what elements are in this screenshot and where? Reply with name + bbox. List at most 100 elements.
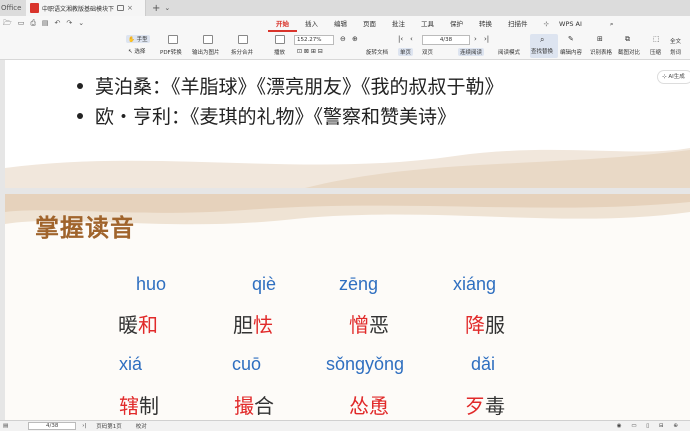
next-page-icon[interactable]: › — [474, 35, 477, 43]
zoom-out-icon[interactable]: ⊖ — [340, 35, 346, 43]
recognize-table-button[interactable]: 识别表格 — [590, 48, 612, 56]
new-tab-button[interactable]: + — [152, 3, 160, 14]
vocab-word: 暖和 — [118, 309, 158, 338]
word-char-highlight: 怂恿 — [349, 394, 389, 418]
menu-item-tools[interactable]: 工具 — [413, 16, 442, 32]
ribbon-toolbar: ✋ 手型 ↖ 选择 PDF转换 输出为图片 拆分合并 播放 152.27% ⊖ … — [0, 32, 690, 60]
search-icon[interactable]: ⌕ — [602, 16, 622, 32]
view-mode-icons[interactable]: ◉ ▭ ▯ ⊟ ⊕ — [617, 423, 682, 429]
menu-item-page[interactable]: 页面 — [355, 16, 384, 32]
close-tab-icon[interactable]: × — [127, 4, 133, 12]
zoom-in-icon[interactable]: ⊕ — [352, 35, 358, 43]
redo-icon[interactable]: ↷ — [66, 19, 72, 30]
word-char-highlight: 降 — [465, 313, 485, 337]
open-folder-icon[interactable]: 🗁 — [3, 19, 12, 30]
menu-item-comment[interactable]: 批注 — [384, 16, 413, 32]
edit-content-icon[interactable]: ✎ — [568, 35, 574, 43]
main-menu: 开始 插入 编辑 页面 批注 工具 保护 转换 扫描件 ⊹ WPS AI ⌕ — [268, 16, 622, 32]
vocab-word: 撮合 — [234, 390, 274, 419]
vocab-word: 怂恿 — [349, 390, 389, 419]
pdf-convert-icon[interactable] — [168, 35, 178, 44]
screenshot-compare-button[interactable]: 截图对比 — [618, 48, 640, 56]
first-page-icon[interactable]: |‹ — [398, 35, 403, 43]
document-viewport[interactable]: 莫泊桑：《羊脂球》《漂亮朋友》《我的叔叔于勒》 欧・亨利：《麦琪的礼物》《警察和… — [0, 60, 690, 420]
find-replace-button[interactable]: ⌕ 查找替换 — [530, 34, 558, 58]
word-char: 合 — [254, 394, 274, 418]
word-char-highlight: 辖 — [119, 394, 139, 418]
menu-row: 🗁 ▭ ⎙ ▤ ↶ ↷ ⌄ 开始 插入 编辑 页面 批注 工具 保护 转换 扫描… — [0, 16, 690, 32]
vocab-word: 胆怯 — [233, 309, 273, 338]
fit-page-icon[interactable]: ⊡ ⊠ ⊞ ⊟ — [297, 48, 323, 55]
translate-button[interactable]: 划词 — [670, 48, 681, 56]
word-char-highlight: 怯 — [253, 313, 273, 337]
select-tool-button[interactable]: ↖ 选择 — [128, 47, 145, 55]
vocab-word: 憎恶 — [349, 309, 389, 338]
compress-icon[interactable]: ⬚ — [653, 35, 660, 43]
menu-item-convert[interactable]: 转换 — [471, 16, 500, 32]
word-char: 胆 — [233, 313, 253, 337]
play-icon[interactable] — [275, 35, 285, 44]
proofread-button[interactable]: 校对 — [136, 422, 147, 430]
tab-list-chevron-icon[interactable]: ⌄ — [164, 4, 170, 12]
pinyin-label: zēng — [339, 274, 379, 294]
more-chevron-icon[interactable]: ⌄ — [78, 19, 84, 30]
print-icon[interactable]: ⎙ — [30, 19, 36, 30]
full-text-button[interactable]: 全文 — [670, 37, 681, 45]
table-icon[interactable]: ⊞ — [597, 35, 603, 43]
zoom-level-input[interactable]: 152.27% — [294, 35, 334, 45]
pinyin-label: cuō — [232, 354, 262, 374]
status-nav-icon[interactable]: ›| — [82, 423, 86, 429]
export-image-button[interactable]: 输出为图片 — [192, 48, 220, 56]
page-number-input[interactable]: 4/38 — [422, 35, 470, 45]
slide-wave-decoration — [5, 148, 690, 188]
compare-icon[interactable]: ⧉ — [625, 35, 630, 44]
pdf-convert-button[interactable]: PDF转换 — [160, 48, 182, 56]
status-page-input[interactable]: 4/38 — [28, 422, 77, 430]
vocab-word: 辖制 — [119, 390, 159, 419]
vocab-word: 歹毒 — [465, 390, 505, 419]
pinyin-label: dǎi — [471, 354, 496, 374]
export-image-icon[interactable] — [203, 35, 213, 44]
save-icon[interactable]: ▭ — [18, 19, 25, 30]
double-page-button[interactable]: 双页 — [422, 48, 433, 56]
bullet-text: 欧・亨利：《麦琪的礼物》《警察和赞美诗》 — [95, 106, 457, 128]
prev-page-icon[interactable]: ‹ — [410, 35, 413, 43]
bullet-text: 莫泊桑：《羊脂球》《漂亮朋友》《我的叔叔于勒》 — [95, 76, 504, 98]
bullet-dot — [77, 83, 83, 89]
vocab-word: 降服 — [465, 309, 505, 338]
ai-generate-label: AI生成 — [668, 74, 685, 80]
menu-item-protect[interactable]: 保护 — [442, 16, 471, 32]
document-tab-title: 中职语文湘教版基础模块下... — [42, 5, 114, 13]
menu-item-start[interactable]: 开始 — [268, 16, 297, 32]
pinyin-label: huo — [136, 274, 167, 294]
play-button[interactable]: 播放 — [274, 48, 285, 56]
word-char: 制 — [139, 394, 159, 418]
edit-content-button[interactable]: 编辑内容 — [560, 48, 582, 56]
menu-item-wps-ai[interactable]: ⊹ WPS AI — [536, 16, 598, 32]
document-tab[interactable]: 中职语文湘教版基础模块下... × — [26, 0, 146, 16]
sidebar-toggle-icon[interactable]: ▤ — [3, 423, 8, 429]
continuous-read-button[interactable]: 连续阅读 — [458, 48, 485, 56]
slide-page-4: 掌握读音 huo qiè zēng xiáng 暖和 胆怯 憎恶 降服 xiá … — [5, 194, 690, 420]
last-page-icon[interactable]: ›| — [484, 35, 489, 43]
hand-label: 手型 — [136, 37, 148, 43]
menu-item-edit[interactable]: 编辑 — [326, 16, 355, 32]
read-mode-button[interactable]: 阅读模式 — [498, 48, 520, 56]
hand-tool-button[interactable]: ✋ 手型 — [126, 35, 150, 43]
split-merge-button[interactable]: 拆分合并 — [231, 48, 253, 56]
split-merge-icon[interactable] — [238, 35, 248, 44]
export-icon[interactable]: ▤ — [42, 19, 49, 30]
bullet-item: 莫泊桑：《羊脂球》《漂亮朋友》《我的叔叔于勒》 — [77, 72, 504, 99]
single-page-button[interactable]: 单页 — [398, 48, 414, 56]
ai-generate-button[interactable]: ⊹ AI生成 — [657, 70, 690, 84]
menu-item-scan[interactable]: 扫描件 — [500, 16, 536, 32]
pinyin-label: xiá — [119, 354, 143, 374]
compress-button[interactable]: 压缩 — [650, 48, 661, 56]
word-char: 暖 — [118, 313, 138, 337]
undo-icon[interactable]: ↶ — [55, 19, 61, 30]
menu-item-insert[interactable]: 插入 — [297, 16, 326, 32]
find-replace-label: 查找替换 — [531, 49, 554, 55]
select-label: 选择 — [134, 49, 146, 55]
rotate-doc-button[interactable]: 旋转文档 — [366, 48, 388, 56]
window-icon[interactable] — [117, 5, 124, 11]
